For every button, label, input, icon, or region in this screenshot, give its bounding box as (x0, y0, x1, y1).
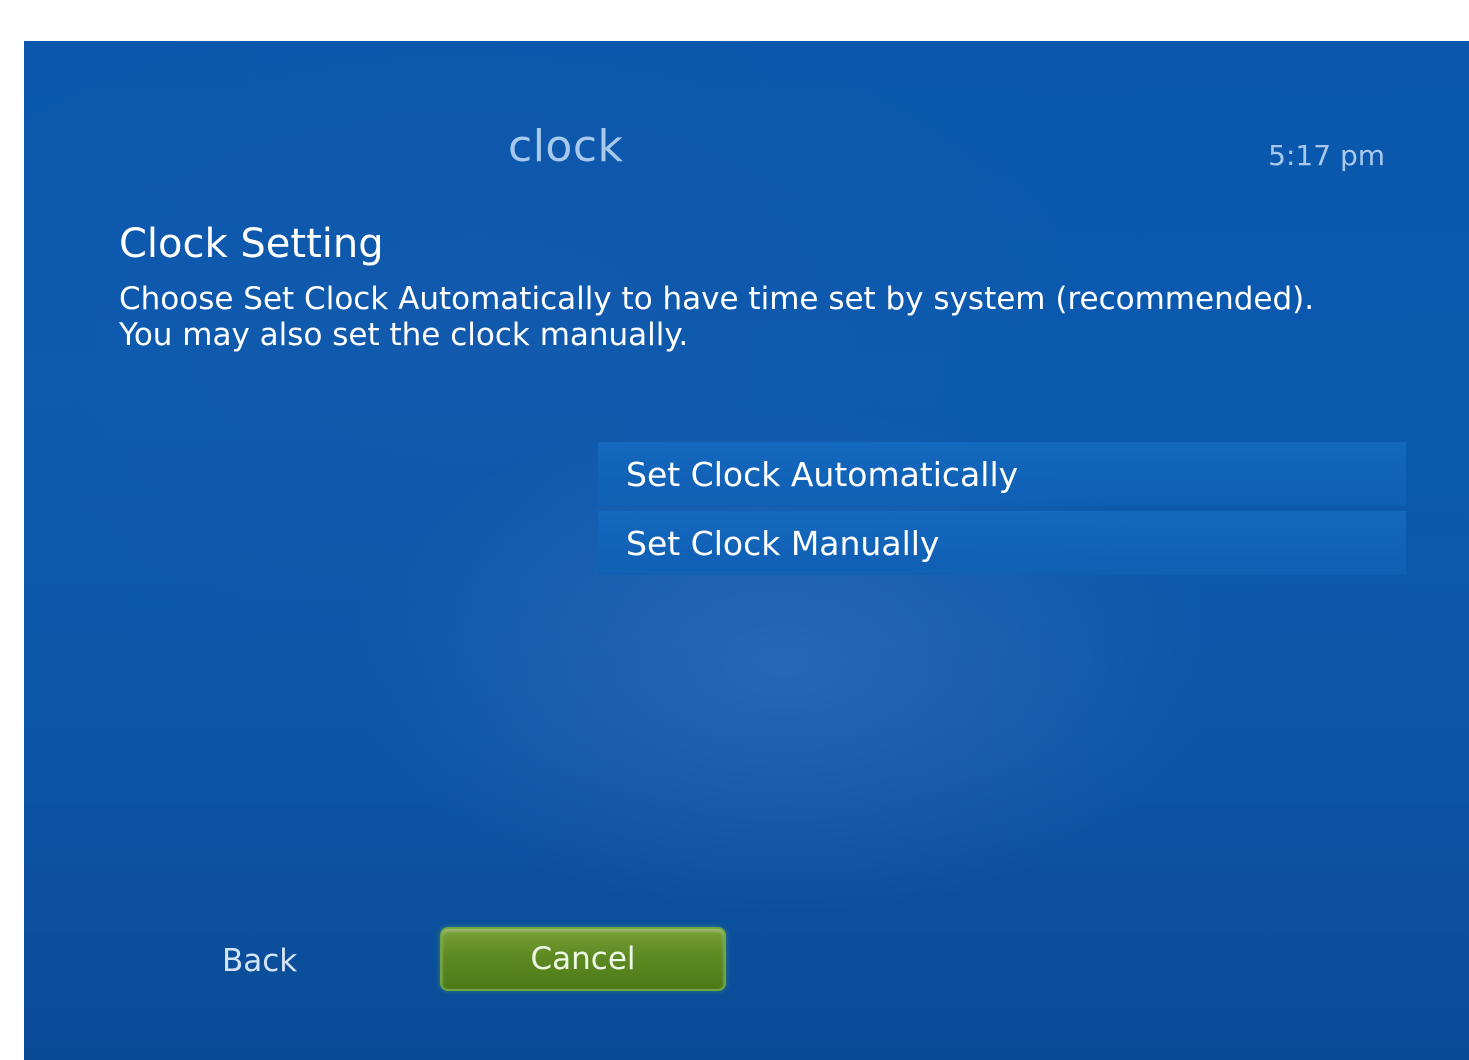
media-center-screen: clock 5:17 pm Clock Setting Choose Set C… (24, 41, 1469, 1060)
back-button[interactable]: Back (222, 943, 297, 979)
description-line-1: Choose Set Clock Automatically to have t… (119, 281, 1315, 317)
option-label: Set Clock Automatically (626, 454, 1019, 494)
set-clock-automatically-option[interactable]: Set Clock Automatically (598, 442, 1406, 506)
option-label: Set Clock Manually (626, 523, 940, 563)
options-list: Set Clock Automatically Set Clock Manual… (598, 442, 1406, 580)
cancel-label: Cancel (530, 941, 636, 977)
description-line-2: You may also set the clock manually. (119, 317, 689, 353)
set-clock-manually-option[interactable]: Set Clock Manually (598, 511, 1406, 575)
clock-time: 5:17 pm (1268, 139, 1385, 172)
description: Choose Set Clock Automatically to have t… (119, 281, 1439, 353)
page-title: clock (508, 121, 624, 172)
section-title: Clock Setting (119, 221, 384, 267)
cancel-button[interactable]: Cancel (440, 927, 726, 991)
